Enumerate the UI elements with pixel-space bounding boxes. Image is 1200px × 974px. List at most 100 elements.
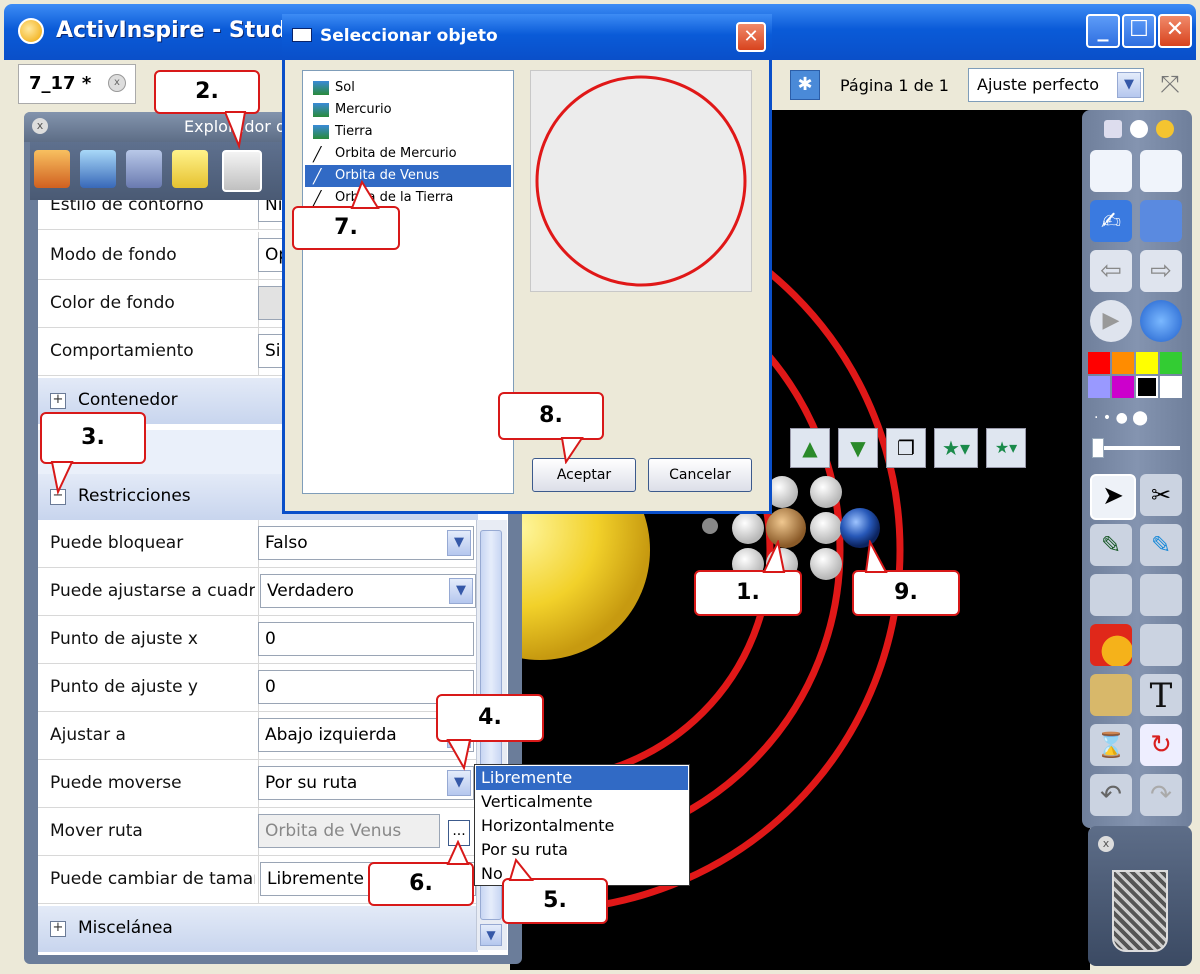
color-red[interactable] (1088, 352, 1110, 374)
next-page-icon[interactable]: ⇨ (1140, 250, 1182, 292)
callout-6: 6. (368, 862, 474, 906)
tree-up-icon[interactable]: ▲ (790, 428, 830, 468)
section-miscelanea[interactable]: + Miscelánea (38, 906, 478, 952)
image-icon (313, 81, 329, 95)
close-icon[interactable]: x (1098, 836, 1114, 852)
page-grid-icon[interactable]: ✱ (790, 70, 820, 100)
star-small-icon[interactable]: ★▾ (986, 428, 1026, 468)
reset-page-icon[interactable]: ↻ (1140, 724, 1182, 766)
trash-bin-icon[interactable] (1112, 870, 1168, 952)
tree-down-icon[interactable]: ▼ (838, 428, 878, 468)
minimize-button[interactable]: _ (1086, 14, 1120, 48)
maximize-button[interactable]: ☐ (1122, 14, 1156, 48)
fullscreen-icon[interactable]: ⤧ (1152, 70, 1188, 102)
prop-row: Ajustar aAbajo izquierda▼ (38, 712, 478, 760)
select-arrow-icon[interactable]: ➤ (1090, 474, 1136, 520)
list-item-selected[interactable]: ╱ Orbita de Venus (305, 165, 511, 187)
pen-width-slider[interactable] (1092, 438, 1180, 458)
color-lilac[interactable] (1088, 376, 1110, 398)
play-icon[interactable]: ▶ (1090, 300, 1132, 342)
color-green[interactable] (1160, 352, 1182, 374)
window-icon (292, 28, 312, 42)
chevron-down-icon: ▼ (1117, 72, 1141, 98)
trash-panel: x (1088, 826, 1192, 966)
list-item[interactable]: Sol (305, 77, 511, 99)
previous-page-icon[interactable]: ⇦ (1090, 250, 1132, 292)
pin-icon[interactable] (1156, 120, 1174, 138)
scroll-down-icon[interactable]: ▼ (480, 924, 502, 946)
clapper-icon[interactable] (1090, 674, 1132, 716)
chevron-down-icon: ▼ (447, 770, 471, 796)
page-indicator: Página 1 de 1 (840, 76, 949, 95)
snap-grid-select[interactable]: Verdadero ▼ (260, 574, 476, 608)
text-icon[interactable]: T (1140, 674, 1182, 716)
resource-browser-icon[interactable] (80, 150, 116, 188)
list-item[interactable]: Mercurio (305, 99, 511, 121)
star-menu-icon[interactable]: ★▾ (934, 428, 978, 468)
callout-4: 4. (436, 694, 544, 742)
option-verticalmente[interactable]: Verticalmente (476, 790, 688, 814)
duplicate-icon[interactable]: ❐ (886, 428, 926, 468)
color-purple[interactable] (1112, 376, 1134, 398)
callout-pointer (350, 180, 380, 209)
hourglass-icon[interactable]: ⌛ (1090, 724, 1132, 766)
highlighter-icon[interactable]: ✎ (1140, 524, 1182, 566)
tools-icon[interactable]: ✂ (1140, 474, 1182, 516)
notes-browser-icon[interactable] (172, 150, 208, 188)
pen-width-dots[interactable]: · • ● ⬤ (1094, 410, 1184, 428)
can-move-select[interactable]: Por su ruta ▼ (258, 766, 474, 800)
zoom-select[interactable]: Ajuste perfecto ▼ (968, 68, 1144, 102)
list-item[interactable]: Tierra (305, 121, 511, 143)
close-button[interactable]: ✕ (1158, 14, 1192, 48)
prop-row: Mover ruta Orbita de Venus... (38, 808, 478, 856)
x-icon[interactable]: x (108, 74, 126, 92)
can-lock-select[interactable]: Falso ▼ (258, 526, 474, 560)
color-white[interactable] (1160, 376, 1182, 398)
activote-icon[interactable] (1140, 300, 1182, 342)
toolbox-collapse-icon[interactable] (1130, 120, 1148, 138)
color-black[interactable] (1136, 376, 1158, 398)
annotate-icon[interactable]: ✍ (1090, 200, 1132, 242)
object-browser-icon[interactable] (126, 150, 162, 188)
color-orange[interactable] (1112, 352, 1134, 374)
option-libremente[interactable]: Libremente (476, 766, 688, 790)
app-logo-icon (18, 18, 44, 44)
snap-x-input[interactable]: 0 (258, 622, 474, 656)
expand-icon: + (50, 921, 66, 937)
pen-icon: ╱ (313, 147, 322, 163)
pen-icon: ╱ (313, 169, 322, 185)
connector-icon[interactable] (1140, 624, 1182, 666)
callout-2: 2. (154, 70, 260, 114)
cancel-button[interactable]: Cancelar (648, 458, 752, 492)
prop-row: Puede moverse Por su ruta ▼ (38, 760, 478, 808)
toolbox-menu-icon[interactable] (1104, 120, 1122, 138)
image-icon (313, 103, 329, 117)
callout-pointer (225, 111, 247, 150)
slider-thumb[interactable] (1092, 438, 1104, 458)
shape-icon[interactable] (1090, 624, 1132, 666)
color-yellow[interactable] (1136, 352, 1158, 374)
undo-icon[interactable]: ↶ (1090, 774, 1132, 816)
close-icon[interactable]: x (32, 118, 48, 134)
flipchart-icon[interactable] (1090, 150, 1132, 192)
desktop-annotate-icon[interactable] (1140, 200, 1182, 242)
callout-pointer (508, 858, 535, 881)
tab-label: 7_17 * (29, 73, 92, 94)
move-path-field: Orbita de Venus (258, 814, 440, 848)
callout-pointer (446, 840, 470, 865)
option-horizontalmente[interactable]: Horizontalmente (476, 814, 688, 838)
redo-icon[interactable]: ↷ (1140, 774, 1182, 816)
callout-pointer (864, 540, 888, 573)
fill-icon[interactable] (1140, 574, 1182, 616)
dialog-close-button[interactable]: ✕ (736, 22, 766, 52)
eraser-icon[interactable] (1090, 574, 1132, 616)
prop-row: Punto de ajuste x0 (38, 616, 478, 664)
object-list[interactable]: Sol Mercurio Tierra ╱ Orbita de Mercurio … (302, 70, 514, 494)
profile-icon[interactable] (1140, 150, 1182, 192)
color-palette (1088, 352, 1184, 398)
pen-icon[interactable]: ✎ (1090, 524, 1132, 566)
page-browser-icon[interactable] (34, 150, 70, 188)
list-item[interactable]: ╱ Orbita de Mercurio (305, 143, 511, 165)
image-icon (313, 125, 329, 139)
property-browser-icon[interactable] (222, 150, 262, 192)
